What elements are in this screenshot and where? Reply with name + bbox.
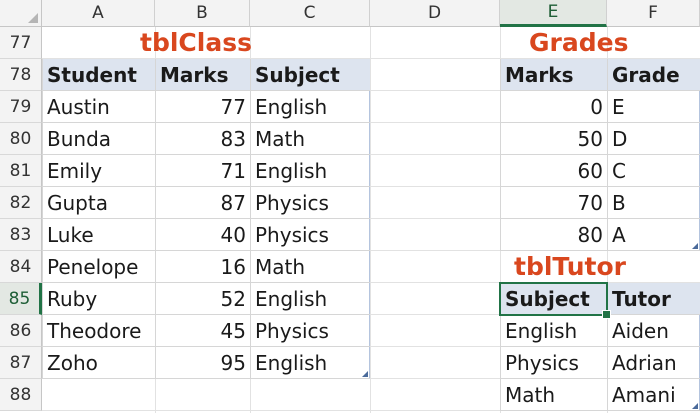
row-header-83[interactable]: 83 xyxy=(0,219,42,251)
tblclass-cell[interactable]: Math xyxy=(250,123,370,155)
grades-cell[interactable]: C xyxy=(607,155,700,187)
grades-cell[interactable]: D xyxy=(607,123,700,155)
grades-header-grade[interactable]: Grade xyxy=(607,59,700,91)
tblclass-cell[interactable]: Theodore xyxy=(42,315,155,347)
tblclass-header-student[interactable]: Student xyxy=(42,59,155,91)
tblclass-cell[interactable]: English xyxy=(250,91,370,123)
tblclass-resize-handle-icon[interactable] xyxy=(362,371,368,377)
row-header-80[interactable]: 80 xyxy=(0,123,42,155)
tbltutor-cell[interactable]: Adrian xyxy=(607,347,700,379)
row-header-84[interactable]: 84 xyxy=(0,251,42,283)
grades-resize-handle-icon[interactable] xyxy=(692,243,698,249)
grades-cell[interactable]: 80 xyxy=(500,219,607,251)
tblclass-cell[interactable]: Ruby xyxy=(42,283,155,315)
column-header-f[interactable]: F xyxy=(607,0,700,27)
tblclass-cell[interactable]: Luke xyxy=(42,219,155,251)
tbltutor-resize-handle-icon[interactable] xyxy=(692,403,698,409)
fill-handle[interactable] xyxy=(602,310,611,319)
select-all-triangle-icon xyxy=(28,13,38,23)
tblclass-cell[interactable]: Physics xyxy=(250,187,370,219)
grades-cell[interactable]: E xyxy=(607,91,700,123)
row-header-77[interactable]: 77 xyxy=(0,27,42,59)
tbltutor-cell[interactable]: English xyxy=(500,315,607,347)
tblclass-cell[interactable]: 95 xyxy=(155,347,250,379)
row-header-82[interactable]: 82 xyxy=(0,187,42,219)
grades-title: Grades xyxy=(529,28,629,57)
column-header-b[interactable]: B xyxy=(155,0,250,27)
tblclass-cell[interactable]: 16 xyxy=(155,251,250,283)
column-header-d[interactable]: D xyxy=(370,0,500,27)
tblclass-cell[interactable]: 45 xyxy=(155,315,250,347)
tblclass-cell[interactable]: 87 xyxy=(155,187,250,219)
column-header-c[interactable]: C xyxy=(250,0,370,27)
tbltutor-cell[interactable]: Aiden xyxy=(607,315,700,347)
row-header-87[interactable]: 87 xyxy=(0,347,42,379)
column-header-a[interactable]: A xyxy=(42,0,155,27)
column-gridline xyxy=(370,27,371,413)
row-header-78[interactable]: 78 xyxy=(0,59,42,91)
grades-cell[interactable]: 0 xyxy=(500,91,607,123)
tblclass-header-subject[interactable]: Subject xyxy=(250,59,370,91)
tbltutor-title: tblTutor xyxy=(514,252,626,281)
grades-header-marks[interactable]: Marks xyxy=(500,59,607,91)
tblclass-cell[interactable]: English xyxy=(250,347,370,379)
tbltutor-cell[interactable]: Math xyxy=(500,379,607,411)
tblclass-cell[interactable]: 83 xyxy=(155,123,250,155)
tblclass-cell[interactable]: 77 xyxy=(155,91,250,123)
row-header-81[interactable]: 81 xyxy=(0,155,42,187)
row-header-86[interactable]: 86 xyxy=(0,315,42,347)
tblclass-cell[interactable]: English xyxy=(250,155,370,187)
tbltutor-cell[interactable]: Amani xyxy=(607,379,700,411)
tblclass-cell[interactable]: Austin xyxy=(42,91,155,123)
row-header-88[interactable]: 88 xyxy=(0,379,42,411)
tblclass-cell[interactable]: Zoho xyxy=(42,347,155,379)
select-all-corner[interactable] xyxy=(0,0,42,27)
grades-cell[interactable]: 60 xyxy=(500,155,607,187)
tblclass-cell[interactable]: Bunda xyxy=(42,123,155,155)
grades-cell[interactable]: A xyxy=(607,219,700,251)
tblclass-cell[interactable]: Gupta xyxy=(42,187,155,219)
tblclass-cell[interactable]: Physics xyxy=(250,315,370,347)
tblclass-cell[interactable]: Penelope xyxy=(42,251,155,283)
tblclass-cell[interactable]: Physics xyxy=(250,219,370,251)
grades-cell[interactable]: 70 xyxy=(500,187,607,219)
row-header-85[interactable]: 85 xyxy=(0,283,42,315)
tblclass-cell[interactable]: 40 xyxy=(155,219,250,251)
grades-cell[interactable]: B xyxy=(607,187,700,219)
tblclass-header-marks[interactable]: Marks xyxy=(155,59,250,91)
tblclass-cell[interactable]: Emily xyxy=(42,155,155,187)
grades-cell[interactable]: 50 xyxy=(500,123,607,155)
active-cell-selection[interactable] xyxy=(499,282,611,319)
tblclass-cell[interactable]: 52 xyxy=(155,283,250,315)
tblclass-cell[interactable]: 71 xyxy=(155,155,250,187)
tblclass-title: tblClass xyxy=(140,28,252,57)
tbltutor-header-tutor[interactable]: Tutor xyxy=(607,283,700,315)
tblclass-cell[interactable]: English xyxy=(250,283,370,315)
row-header-79[interactable]: 79 xyxy=(0,91,42,123)
column-header-e[interactable]: E xyxy=(500,0,607,27)
spreadsheet-grid[interactable]: A B C D E F 77 78 79 80 81 82 83 84 85 86 87 88 tblClass Gr… xyxy=(0,0,700,413)
tblclass-cell[interactable]: Math xyxy=(250,251,370,283)
tbltutor-cell[interactable]: Physics xyxy=(500,347,607,379)
